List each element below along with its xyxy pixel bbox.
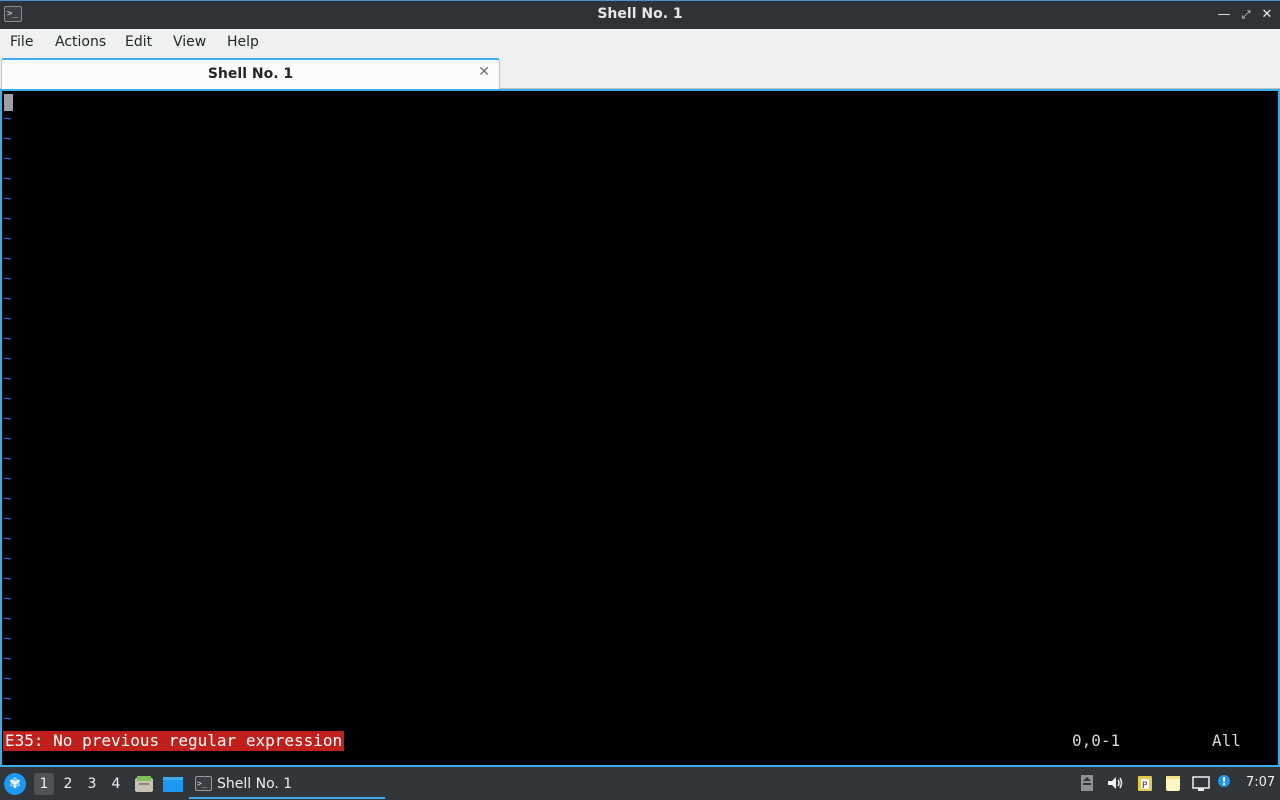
empty-line-tilde: ~ [3, 291, 12, 307]
terminal-icon: >_ [195, 776, 212, 791]
notification-icon[interactable] [1217, 774, 1235, 792]
clipboard-icon[interactable]: P [1136, 774, 1154, 792]
empty-line-tilde: ~ [3, 131, 12, 147]
empty-line-markers: ~ ~ ~ ~ ~ ~ ~ ~ ~ ~ ~ ~ ~ ~ ~ ~ ~ ~ ~ ~ ~ ~ ~ ~ ~ ~ ~ ~ ~ ~ ~ [3, 109, 15, 729]
empty-line-tilde: ~ [3, 671, 12, 687]
empty-line-tilde: ~ [3, 571, 12, 587]
cursor-position: 0,0-1 [1072, 731, 1121, 750]
empty-line-tilde: ~ [3, 151, 12, 167]
empty-line-tilde: ~ [3, 411, 12, 427]
window-title: Shell No. 1 [597, 6, 683, 22]
file-manager-icon[interactable] [134, 775, 154, 793]
menu-actions[interactable]: Actions [55, 34, 106, 50]
empty-line-tilde: ~ [3, 591, 12, 607]
empty-line-tilde: ~ [3, 711, 12, 727]
menu-view[interactable]: View [173, 34, 206, 50]
desktop-4-button[interactable]: 4 [106, 773, 126, 795]
tab-label: Shell No. 1 [207, 66, 294, 82]
terminal-view[interactable]: ~ ~ ~ ~ ~ ~ ~ ~ ~ ~ ~ ~ ~ ~ ~ ~ ~ ~ ~ ~ ~ ~ ~ ~ ~ ~ ~ ~ ~ ~ ~ E35: No … [0, 89, 1280, 767]
svg-text:P: P [1142, 781, 1148, 791]
show-desktop-icon[interactable] [162, 775, 183, 793]
title-bar: >_ Shell No. 1 — ⤢ ✕ [0, 0, 1280, 29]
empty-line-tilde: ~ [3, 191, 12, 207]
empty-line-tilde: ~ [3, 371, 12, 387]
clock: 7:07 [1246, 775, 1276, 790]
empty-line-tilde: ~ [3, 531, 12, 547]
desktop-2-button[interactable]: 2 [58, 773, 78, 795]
maximize-icon[interactable]: ⤢ [1237, 5, 1255, 25]
network-icon[interactable] [1191, 774, 1210, 792]
taskbar: ✾ 1 2 3 4 >_ Shell No. 1 P 7:07 [0, 767, 1280, 800]
empty-line-tilde: ~ [3, 251, 12, 267]
empty-line-tilde: ~ [3, 631, 12, 647]
empty-line-tilde: ~ [3, 111, 12, 127]
tab-shell-1[interactable]: Shell No. 1 ✕ [1, 58, 500, 89]
empty-line-tilde: ~ [3, 231, 12, 247]
empty-line-tilde: ~ [3, 651, 12, 667]
empty-line-tilde: ~ [3, 491, 12, 507]
empty-line-tilde: ~ [3, 511, 12, 527]
start-menu-icon[interactable]: ✾ [4, 773, 26, 795]
empty-line-tilde: ~ [3, 431, 12, 447]
close-icon[interactable]: ✕ [1258, 5, 1276, 25]
desktop-3-button[interactable]: 3 [82, 773, 102, 795]
empty-line-tilde: ~ [3, 451, 12, 467]
scroll-position: All [1212, 731, 1241, 750]
empty-line-tilde: ~ [3, 331, 12, 347]
empty-line-tilde: ~ [3, 471, 12, 487]
empty-line-tilde: ~ [3, 211, 12, 227]
empty-line-tilde: ~ [3, 351, 12, 367]
menu-help[interactable]: Help [227, 34, 259, 50]
empty-line-tilde: ~ [3, 391, 12, 407]
empty-line-tilde: ~ [3, 311, 12, 327]
empty-line-tilde: ~ [3, 271, 12, 287]
taskbar-task-shell[interactable]: >_ Shell No. 1 [189, 770, 385, 799]
menu-bar: File Actions Edit View Help [0, 29, 1280, 57]
empty-line-tilde: ~ [3, 611, 12, 627]
close-tab-icon[interactable]: ✕ [478, 64, 490, 80]
menu-edit[interactable]: Edit [125, 34, 152, 50]
volume-icon[interactable] [1106, 774, 1124, 792]
error-message: E35: No previous regular expression [3, 731, 345, 751]
removable-media-icon[interactable] [1078, 774, 1096, 792]
empty-line-tilde: ~ [3, 551, 12, 567]
desktop-1-button[interactable]: 1 [34, 773, 54, 795]
notes-icon[interactable] [1164, 774, 1182, 792]
menu-file[interactable]: File [10, 34, 33, 50]
empty-line-tilde: ~ [3, 691, 12, 707]
minimize-icon[interactable]: — [1215, 5, 1233, 25]
tab-bar: Shell No. 1 ✕ [0, 57, 1280, 89]
empty-line-tilde: ~ [3, 171, 12, 187]
task-label: Shell No. 1 [217, 776, 293, 792]
